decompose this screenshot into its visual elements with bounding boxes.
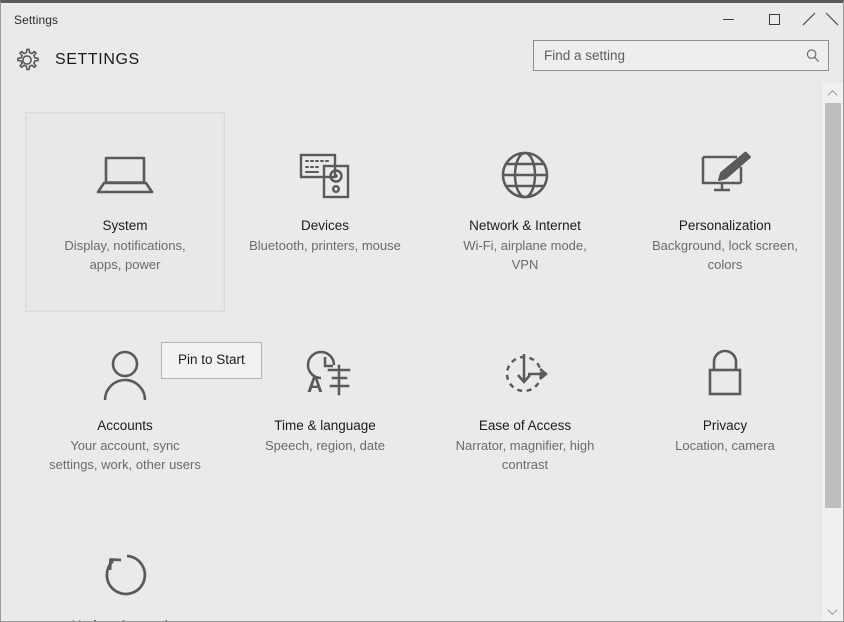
- settings-tile-grid: System Display, notifications, apps, pow…: [25, 112, 821, 621]
- settings-tile-ease-of-access[interactable]: Ease of Access Narrator, magnifier, high…: [425, 312, 625, 512]
- keyboard-mouse-icon: [296, 147, 354, 203]
- minimize-icon: [722, 19, 734, 20]
- tile-description: Bluetooth, printers, mouse: [249, 238, 401, 253]
- tile-title: Update & security: [72, 617, 179, 621]
- maximize-button[interactable]: [751, 3, 797, 36]
- tile-title: System: [102, 218, 148, 233]
- monitor-brush-icon: [696, 147, 754, 203]
- window-title: Settings: [14, 12, 59, 27]
- minimize-button[interactable]: [705, 3, 751, 36]
- chevron-up-icon: [827, 89, 838, 100]
- settings-tile-system[interactable]: System Display, notifications, apps, pow…: [25, 112, 225, 312]
- clock-language-icon: A: [297, 347, 353, 403]
- tile-title: Personalization: [678, 218, 772, 233]
- accessibility-circle-icon: [498, 347, 552, 403]
- context-menu-item-pin-to-start[interactable]: Pin to Start: [162, 349, 261, 372]
- globe-icon: [498, 147, 552, 203]
- settings-content: System Display, notifications, apps, pow…: [1, 83, 843, 621]
- tile-description: Location, camera: [675, 438, 775, 453]
- tile-title: Network & Internet: [469, 218, 581, 233]
- tile-description: Wi-Fi, airplane mode, VPN: [463, 238, 587, 272]
- settings-tile-network-internet[interactable]: Network & Internet Wi-Fi, airplane mode,…: [425, 112, 625, 312]
- vertical-scrollbar[interactable]: [821, 83, 843, 621]
- caption-button-group: [705, 3, 843, 36]
- title-bar: Settings: [1, 3, 843, 36]
- tile-description: Speech, region, date: [265, 438, 385, 453]
- person-icon: [99, 347, 151, 403]
- gear-icon: [14, 47, 40, 73]
- scroll-down-button[interactable]: [822, 601, 843, 621]
- tile-description: Narrator, magnifier, high contrast: [455, 438, 595, 472]
- search-icon[interactable]: [798, 48, 828, 64]
- refresh-circle-icon: [97, 547, 153, 603]
- maximize-icon: [768, 14, 780, 25]
- tile-title: Devices: [300, 218, 349, 233]
- tiles-viewport: System Display, notifications, apps, pow…: [1, 83, 821, 621]
- chevron-down-icon: [827, 604, 838, 615]
- scrollbar-thumb[interactable]: [825, 103, 841, 508]
- search-box[interactable]: [533, 40, 829, 71]
- tile-title: Privacy: [702, 418, 748, 433]
- close-button[interactable]: [797, 3, 843, 36]
- context-menu: Pin to Start: [161, 342, 262, 379]
- close-icon: [814, 13, 827, 26]
- page-title: SETTINGS: [55, 50, 140, 68]
- settings-tile-devices[interactable]: Devices Bluetooth, printers, mouse: [225, 112, 425, 312]
- tile-description: Display, notifications, apps, power: [64, 238, 186, 272]
- tile-title: Ease of Access: [478, 418, 572, 433]
- tile-title: Time & language: [274, 418, 376, 433]
- settings-tile-personalization[interactable]: Personalization Background, lock screen,…: [625, 112, 821, 312]
- tile-title: Accounts: [97, 418, 153, 433]
- tile-description: Your account, sync settings, work, other…: [49, 438, 201, 472]
- search-input[interactable]: [534, 41, 798, 70]
- settings-tile-privacy[interactable]: Privacy Location, camera: [625, 312, 821, 512]
- tile-description: Background, lock screen, colors: [652, 238, 798, 272]
- scroll-up-button[interactable]: [822, 83, 843, 103]
- settings-window: Settings SETTINGS Find a setting System …: [0, 0, 844, 622]
- padlock-icon: [701, 347, 749, 403]
- settings-tile-update-security[interactable]: Update & security: [25, 512, 225, 621]
- laptop-icon: [95, 147, 155, 203]
- app-header: SETTINGS: [1, 36, 843, 83]
- svg-text:A: A: [307, 372, 323, 397]
